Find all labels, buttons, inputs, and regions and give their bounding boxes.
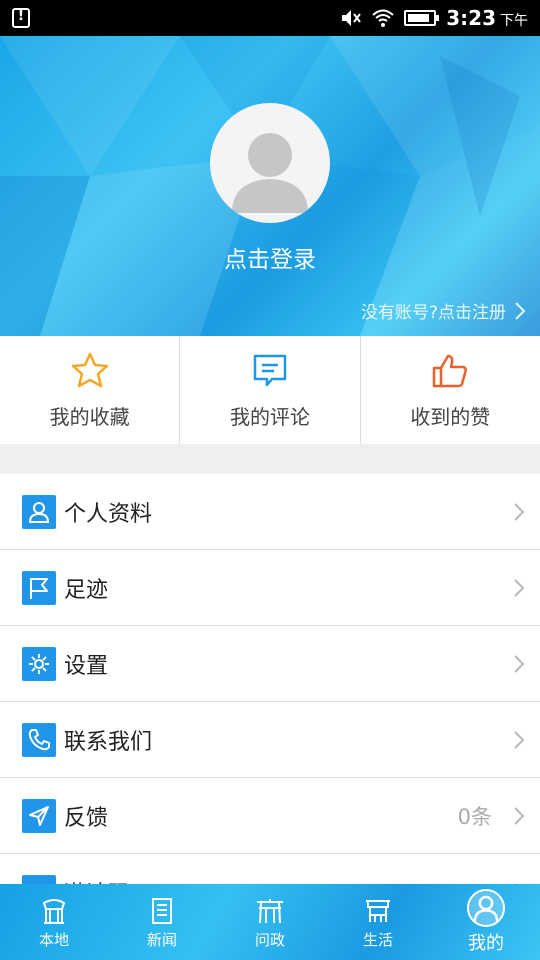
tab-label: 问政 bbox=[254, 930, 285, 949]
tab-politics[interactable]: 问政 bbox=[216, 884, 324, 960]
chevron-right-icon bbox=[514, 578, 525, 597]
tab-label: 新闻 bbox=[146, 930, 177, 949]
quick-actions: 我的收藏 我的评论 收到的赞 bbox=[0, 336, 540, 444]
tab-local[interactable]: 本地 bbox=[0, 884, 108, 960]
gov-icon bbox=[257, 898, 283, 923]
menu-item-label: 联系我们 bbox=[64, 729, 153, 755]
thumbs-up-icon bbox=[433, 354, 468, 387]
comment-icon bbox=[253, 354, 287, 386]
menu-item-settings[interactable]: 设置 bbox=[0, 626, 540, 702]
menu-item-label: 反馈 bbox=[64, 805, 109, 831]
clock-ampm: 下午 bbox=[500, 13, 528, 29]
menu-item-label: 个人资料 bbox=[64, 501, 153, 527]
user-icon bbox=[22, 494, 56, 529]
login-label[interactable]: 点击登录 bbox=[0, 240, 540, 274]
status-bar: 3:23下午 bbox=[0, 0, 540, 36]
quick-favorites-label: 我的收藏 bbox=[49, 404, 130, 429]
quick-favorites[interactable]: 我的收藏 bbox=[0, 336, 181, 444]
gear-icon bbox=[22, 646, 56, 681]
tab-mine[interactable]: 我的 bbox=[432, 884, 540, 960]
send-icon bbox=[22, 798, 56, 833]
chevron-right-icon bbox=[514, 806, 525, 825]
menu-item-label: 设置 bbox=[64, 653, 109, 679]
chevron-right-icon bbox=[514, 730, 525, 749]
news-icon bbox=[152, 897, 172, 924]
profile-header: 点击登录 没有账号?点击注册 bbox=[0, 36, 540, 336]
chevron-right-icon bbox=[515, 301, 526, 320]
battery-icon bbox=[404, 10, 440, 26]
register-link-label: 没有账号?点击注册 bbox=[360, 303, 506, 323]
menu-item-footprint[interactable]: 足迹 bbox=[0, 550, 540, 626]
local-icon bbox=[43, 898, 65, 924]
mute-icon bbox=[342, 10, 362, 26]
tab-label: 我的 bbox=[468, 933, 504, 954]
tab-life[interactable]: 生活 bbox=[324, 884, 432, 960]
clock-time: 3:23 bbox=[446, 6, 496, 30]
menu-item-label: 足迹 bbox=[64, 577, 109, 603]
chevron-right-icon bbox=[514, 654, 525, 673]
chevron-right-icon bbox=[514, 502, 525, 521]
quick-likes[interactable]: 收到的赞 bbox=[361, 336, 540, 444]
wifi-icon bbox=[372, 9, 394, 27]
profile-icon bbox=[467, 889, 505, 927]
menu-item-profile[interactable]: 个人资料 bbox=[0, 474, 540, 550]
bottom-tab-bar: 本地 新闻 问政 生活 我的 bbox=[0, 884, 540, 960]
quick-likes-label: 收到的赞 bbox=[410, 404, 491, 429]
flag-icon bbox=[22, 570, 56, 605]
default-avatar-icon bbox=[232, 133, 308, 213]
star-icon bbox=[71, 352, 108, 387]
phone-icon bbox=[22, 722, 56, 757]
tab-label: 生活 bbox=[362, 930, 393, 949]
register-link[interactable]: 没有账号?点击注册 bbox=[361, 298, 526, 323]
tab-label: 本地 bbox=[38, 930, 69, 949]
tab-news[interactable]: 新闻 bbox=[108, 884, 216, 960]
alert-icon bbox=[12, 8, 30, 28]
life-icon bbox=[366, 899, 390, 922]
settings-menu: 个人资料 足迹 设置 联系我们 反馈 0条 bbox=[0, 474, 540, 930]
menu-item-feedback[interactable]: 反馈 0条 bbox=[0, 778, 540, 854]
feedback-count: 0条 bbox=[457, 804, 492, 829]
menu-item-contact[interactable]: 联系我们 bbox=[0, 702, 540, 778]
avatar[interactable] bbox=[210, 103, 330, 223]
quick-comments-label: 我的评论 bbox=[229, 404, 310, 429]
quick-comments[interactable]: 我的评论 bbox=[180, 336, 361, 444]
